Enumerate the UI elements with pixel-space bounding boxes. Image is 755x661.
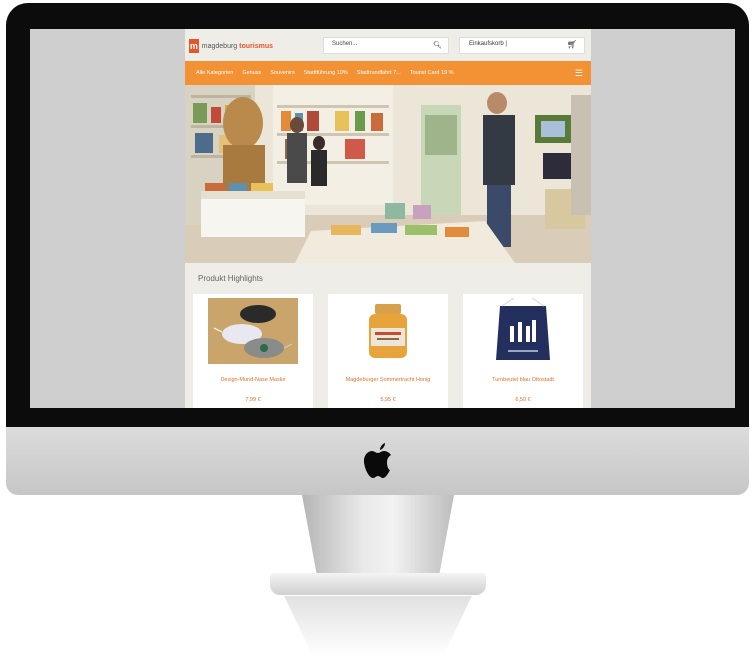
highlights-title: Produkt Highlights bbox=[198, 274, 263, 283]
logo-text-prefix: magdeburg bbox=[201, 42, 238, 50]
menu-icon[interactable]: ☰ bbox=[575, 68, 583, 79]
site-header: m magdeburg tourismus Suchen... 🔍︎ Einka… bbox=[185, 29, 591, 60]
logo-text-brand: tourismus bbox=[239, 42, 273, 50]
product-name[interactable]: Design-Mund-Nase Maske bbox=[193, 377, 313, 383]
monitor-stand-neck bbox=[302, 495, 454, 577]
nav-item-stadtrundfahrt[interactable]: Stadtrundfahrt 7... bbox=[357, 70, 401, 76]
product-card-honey[interactable]: Magdeburger Sommertracht Honig 5,95 € bbox=[328, 294, 448, 408]
product-image-bag bbox=[478, 298, 568, 364]
monitor-bezel: m magdeburg tourismus Suchen... 🔍︎ Einka… bbox=[6, 3, 749, 427]
product-name[interactable]: Turnbeutel blau Ottostadt bbox=[463, 377, 583, 383]
cart-button[interactable]: Einkaufskorb | 🛒︎ bbox=[459, 37, 585, 54]
product-price: 7,99 € bbox=[245, 397, 261, 403]
product-price: 5,95 € bbox=[380, 397, 396, 403]
product-card-bag[interactable]: Turnbeutel blau Ottostadt 6,50 € bbox=[463, 294, 583, 408]
product-price: 6,50 € bbox=[515, 397, 531, 403]
product-card-mask[interactable]: Design-Mund-Nase Maske 7,99 € bbox=[193, 294, 313, 408]
monitor-screen: m magdeburg tourismus Suchen... 🔍︎ Einka… bbox=[30, 29, 735, 408]
logo-text: magdeburg tourismus bbox=[202, 43, 273, 50]
nav-item-tourist-card[interactable]: Tourist Card 19 % bbox=[410, 70, 454, 76]
nav-item-souvenirs[interactable]: Souvenirs bbox=[270, 70, 294, 76]
hero-shop-illustration bbox=[185, 85, 591, 263]
monitor-reflection bbox=[284, 596, 472, 656]
search-input[interactable]: Suchen... 🔍︎ bbox=[323, 37, 449, 54]
cart-label: Einkaufskorb | bbox=[469, 41, 507, 47]
nav-item-all-categories[interactable]: Alle Kategorien bbox=[196, 70, 233, 76]
site-logo[interactable]: m magdeburg tourismus bbox=[189, 38, 273, 54]
search-icon[interactable]: 🔍︎ bbox=[433, 41, 442, 49]
apple-logo-icon bbox=[364, 443, 391, 478]
product-name[interactable]: Magdeburger Sommertracht Honig bbox=[328, 377, 448, 383]
nav-item-stadtfuehrung[interactable]: Stadtführung 10% bbox=[304, 70, 348, 76]
category-nav: Alle Kategorien Genuss Souvenirs Stadtfü… bbox=[185, 61, 591, 85]
search-placeholder: Suchen... bbox=[332, 41, 358, 47]
product-image-honey bbox=[343, 298, 433, 364]
hero-image bbox=[185, 85, 591, 263]
nav-item-genuss[interactable]: Genuss bbox=[242, 70, 261, 76]
product-image-mask bbox=[208, 298, 298, 364]
cart-icon[interactable]: 🛒︎ bbox=[567, 40, 577, 49]
shop-page: m magdeburg tourismus Suchen... 🔍︎ Einka… bbox=[185, 29, 591, 408]
logo-mark-icon: m bbox=[189, 39, 199, 53]
monitor-stand-base bbox=[270, 573, 486, 595]
